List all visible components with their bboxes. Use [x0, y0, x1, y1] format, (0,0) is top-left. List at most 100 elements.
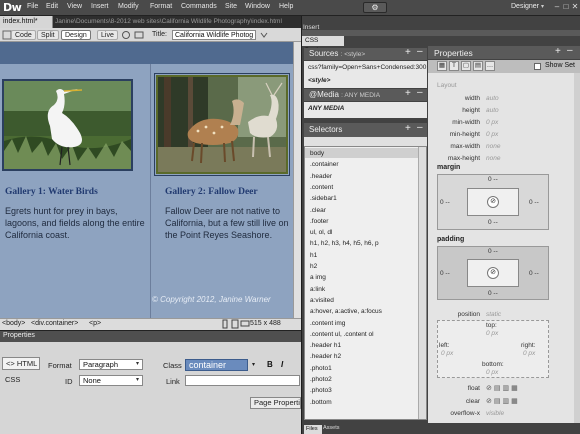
tag-selector-container[interactable]: <div.container> [31, 320, 78, 327]
selector-item[interactable]: .content img [310, 320, 345, 327]
selector-item[interactable]: a:visited [310, 297, 334, 304]
add-selector-icon[interactable]: + [405, 123, 411, 134]
menu-view[interactable]: View [67, 3, 82, 10]
offset-top-value[interactable]: 0 px [486, 330, 498, 337]
tab-css-designer[interactable]: CSS Designer [302, 36, 344, 54]
link-icon[interactable]: ⊘ [487, 196, 499, 208]
selector-item[interactable]: h2 [310, 263, 317, 270]
photo-fallow-deer[interactable] [154, 73, 290, 176]
chevron-down-icon[interactable]: ▾ [541, 3, 544, 10]
remove-source-icon[interactable]: – [417, 46, 423, 57]
live-view-button[interactable]: Live [97, 30, 118, 40]
photo-egret[interactable] [2, 79, 133, 171]
add-source-icon[interactable]: + [405, 47, 411, 58]
margin-left[interactable]: 0 -- [440, 199, 450, 206]
split-view-button[interactable]: Split [37, 30, 59, 40]
offset-left-value[interactable]: 0 px [441, 350, 453, 357]
selector-item[interactable]: .photo1 [310, 365, 332, 372]
menu-file[interactable]: File [27, 3, 38, 10]
mobile-size-icon[interactable] [220, 319, 230, 329]
link-icon[interactable]: ⊘ [487, 267, 499, 279]
padding-right[interactable]: 0 -- [529, 270, 539, 277]
add-media-icon[interactable]: + [405, 88, 411, 99]
selector-item[interactable]: a img [310, 274, 326, 281]
selector-item[interactable]: .sidebar1 [310, 195, 337, 202]
selector-item[interactable]: .container [310, 161, 339, 168]
border-category-icon[interactable]: ▢ [461, 61, 471, 71]
chevron-down-icon[interactable]: ▾ [249, 361, 258, 370]
file-management-icon[interactable] [259, 30, 269, 40]
property-value[interactable]: none [486, 143, 500, 150]
menu-modify[interactable]: Modify [118, 3, 139, 10]
tab-assets[interactable]: Assets [323, 425, 340, 431]
selector-item[interactable]: .header [310, 173, 332, 180]
menu-insert[interactable]: Insert [91, 3, 109, 10]
page-properties-button[interactable]: Page Properties... [250, 397, 301, 409]
property-value[interactable]: auto [486, 107, 499, 114]
design-view-button[interactable]: Design [61, 30, 91, 40]
gear-icon[interactable]: ⚙ [363, 2, 387, 13]
menu-site[interactable]: Site [225, 3, 237, 10]
menu-help[interactable]: Help [279, 3, 293, 10]
padding-bottom[interactable]: 0 -- [488, 290, 498, 297]
properties-scrollbar[interactable] [574, 73, 580, 423]
menu-edit[interactable]: Edit [46, 3, 58, 10]
clear-options-icon[interactable]: ⊘▤▥▦ [486, 397, 520, 405]
selector-item[interactable]: a:link [310, 286, 325, 293]
menu-format[interactable]: Format [150, 3, 172, 10]
tab-files[interactable]: Files [304, 425, 322, 434]
minimize-icon[interactable]: – [553, 3, 561, 11]
maximize-icon[interactable]: □ [562, 3, 570, 11]
margin-top[interactable]: 0 -- [488, 176, 498, 183]
offset-right-value[interactable]: 0 px [523, 350, 535, 357]
float-options-icon[interactable]: ⊘▤▥▦ [486, 384, 520, 392]
code-view-button[interactable]: Code [11, 30, 36, 40]
window-dimensions[interactable]: 515 x 488 [250, 320, 281, 327]
workspace-switcher[interactable]: Designer [511, 3, 539, 10]
list-item[interactable]: ANY MEDIA [308, 105, 344, 112]
selector-item[interactable]: .clear [310, 207, 326, 214]
margin-bottom[interactable]: 0 -- [488, 219, 498, 226]
add-property-icon[interactable]: + [555, 46, 561, 57]
property-value[interactable]: none [486, 155, 500, 162]
property-value[interactable]: 0 px [486, 119, 498, 126]
property-value[interactable]: 0 px [486, 131, 498, 138]
tag-selector-body[interactable]: <body> [2, 320, 25, 327]
property-value[interactable]: auto [486, 95, 499, 102]
html-mode-button[interactable]: <> HTML [2, 357, 40, 370]
link-input[interactable] [185, 375, 300, 386]
title-field[interactable]: California Wildlife Photog [172, 30, 256, 40]
selector-item[interactable]: .content [310, 184, 333, 191]
offset-bottom-value[interactable]: 0 px [486, 369, 498, 376]
selector-item[interactable]: a:hover, a:active, a:focus [310, 308, 382, 315]
other-category-icon[interactable]: … [485, 61, 495, 71]
selector-item[interactable]: h1, h2, h3, h4, h5, h6, p [310, 240, 379, 247]
text-category-icon[interactable]: T [449, 61, 459, 71]
selector-item[interactable]: body [310, 150, 324, 157]
css-mode-button[interactable]: CSS [2, 374, 40, 387]
list-item[interactable]: css?family=Open+Sans+Condensed:300 [308, 64, 426, 71]
selector-item[interactable]: .photo2 [310, 376, 332, 383]
menu-commands[interactable]: Commands [181, 3, 217, 10]
position-value[interactable]: static [486, 311, 501, 318]
bold-button[interactable]: B [267, 360, 273, 369]
chevron-down-icon[interactable]: ▾ [133, 360, 142, 369]
globe-icon[interactable] [121, 30, 131, 40]
remove-property-icon[interactable]: – [567, 45, 573, 56]
close-icon[interactable]: ✕ [571, 3, 579, 11]
tag-selector-p[interactable]: <p> [89, 320, 101, 327]
tablet-size-icon[interactable] [230, 319, 240, 329]
show-set-checkbox[interactable] [534, 63, 541, 70]
selector-item[interactable]: .photo3 [310, 387, 332, 394]
layout-category-icon[interactable]: ▦ [437, 61, 447, 71]
selector-item[interactable]: h1 [310, 252, 317, 259]
menu-window[interactable]: Window [245, 3, 270, 10]
padding-top[interactable]: 0 -- [488, 248, 498, 255]
class-select[interactable]: container [185, 359, 248, 371]
list-item[interactable]: <style> [308, 77, 330, 84]
desktop-size-icon[interactable] [240, 319, 250, 329]
overflow-x-value[interactable]: visible [486, 410, 504, 417]
selector-item[interactable]: .header h1 [310, 342, 341, 349]
selector-item[interactable]: .bottom [310, 399, 332, 406]
selector-item[interactable]: .header h2 [310, 353, 341, 360]
